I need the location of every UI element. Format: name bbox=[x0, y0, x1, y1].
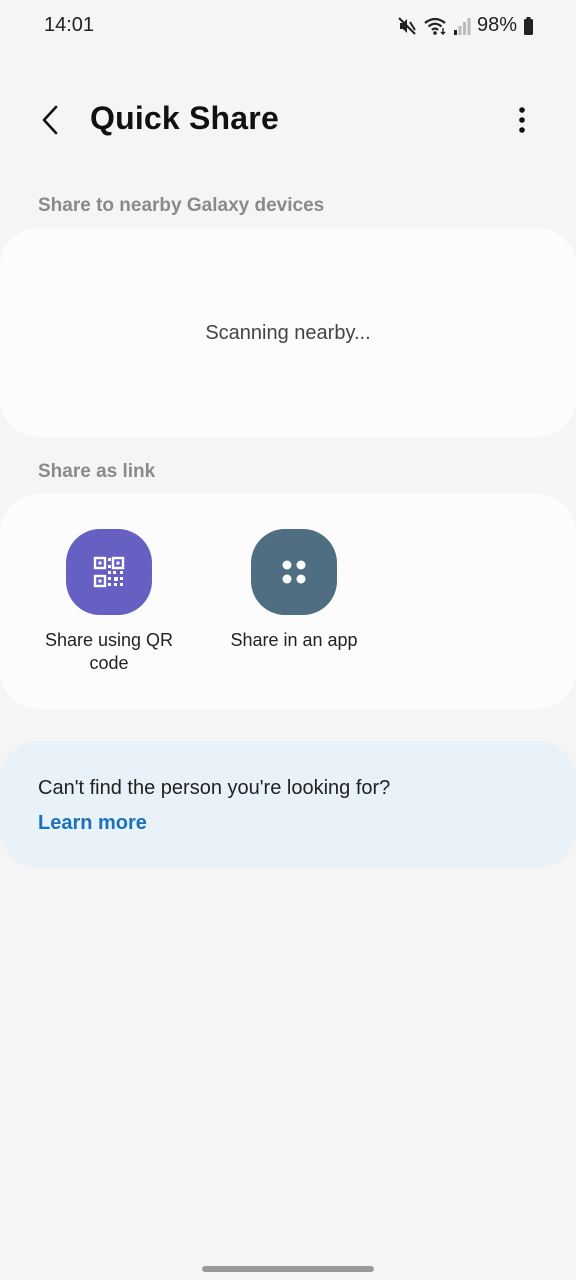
wifi-icon bbox=[423, 16, 447, 36]
share-in-app-button[interactable]: Share in an app bbox=[209, 529, 379, 652]
share-link-card: Share using QR code Share in an app bbox=[0, 494, 576, 709]
battery-percent: 98% bbox=[476, 14, 517, 36]
status-time: 14:01 bbox=[44, 14, 95, 36]
chevron-left-icon bbox=[40, 104, 60, 141]
scanning-status: Scanning nearby... bbox=[205, 322, 371, 344]
status-icons: 98% bbox=[397, 14, 534, 37]
qr-code-icon bbox=[66, 529, 152, 615]
more-vert-icon bbox=[518, 106, 526, 139]
home-indicator[interactable] bbox=[202, 1266, 374, 1272]
share-qr-button[interactable]: Share using QR code bbox=[24, 529, 194, 675]
share-in-app-label: Share in an app bbox=[230, 630, 358, 650]
learn-more-link[interactable]: Learn more bbox=[38, 812, 147, 835]
battery-icon bbox=[523, 16, 534, 36]
more-options-button[interactable] bbox=[504, 102, 540, 142]
help-card: Can't find the person you're looking for… bbox=[0, 741, 576, 868]
help-text: Can't find the person you're looking for… bbox=[38, 777, 391, 799]
page-title: Quick Share bbox=[90, 100, 279, 136]
mute-icon bbox=[397, 16, 417, 36]
nearby-devices-card: Scanning nearby... bbox=[0, 228, 576, 437]
status-bar: 14:01 98% bbox=[0, 0, 576, 52]
signal-icon bbox=[453, 16, 471, 36]
share-qr-label: Share using QR code bbox=[44, 630, 174, 673]
link-section-label: Share as link bbox=[38, 461, 156, 482]
nearby-section-label: Share to nearby Galaxy devices bbox=[38, 195, 325, 216]
apps-grid-icon bbox=[251, 529, 337, 615]
back-button[interactable] bbox=[30, 102, 70, 142]
app-header: Quick Share bbox=[0, 90, 576, 154]
